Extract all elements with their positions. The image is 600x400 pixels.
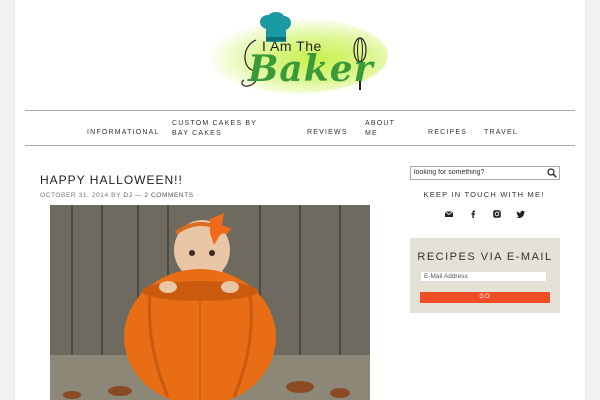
search-box[interactable] [410,166,560,180]
facebook-icon[interactable] [468,209,478,219]
logo-wordmark: Baker [248,48,374,90]
meta-separator: — [134,192,142,199]
nav-item-recipes[interactable]: Recipes [428,128,467,138]
post-date: OCTOBER 31, 2014 [40,192,109,199]
nav-item-reviews[interactable]: Reviews [307,128,348,138]
go-button[interactable]: GO [420,292,550,303]
post-by: BY [111,192,121,199]
site-header: I Am The Baker [15,0,585,108]
subscribe-widget: RECIPES VIA E-MAIL GO [410,238,560,313]
keep-in-touch-heading: KEEP IN TOUCH WITH ME! [423,190,545,199]
search-input[interactable] [414,169,544,176]
page: I Am The Baker Informational Custom Cake… [15,0,585,400]
post-meta: OCTOBER 31, 2014 BY DJ — 2 COMMENTS [40,192,194,199]
email-icon[interactable] [444,209,454,219]
post-image[interactable] [50,205,370,400]
instagram-icon[interactable] [492,209,502,219]
pumpkin-baby-illustration [50,205,370,400]
post-author-link[interactable]: DJ [123,192,132,199]
nav-item-travel[interactable]: Travel [484,128,518,138]
subscribe-title: RECIPES VIA E-MAIL [417,251,553,263]
twitter-icon[interactable] [516,209,526,219]
post-title[interactable]: HAPPY HALLOWEEN!! [40,173,183,187]
main-nav: Informational Custom Cakes by Bay Cakes … [25,110,575,146]
post-comments-link[interactable]: 2 COMMENTS [144,192,193,199]
site-logo[interactable]: I Am The Baker [200,8,400,100]
email-field[interactable] [420,271,547,282]
nav-item-custom-cakes[interactable]: Custom Cakes by Bay Cakes [172,119,272,139]
search-icon[interactable] [547,168,557,178]
nav-item-informational[interactable]: Informational [87,128,160,138]
nav-item-about-me[interactable]: About Me [365,119,395,139]
